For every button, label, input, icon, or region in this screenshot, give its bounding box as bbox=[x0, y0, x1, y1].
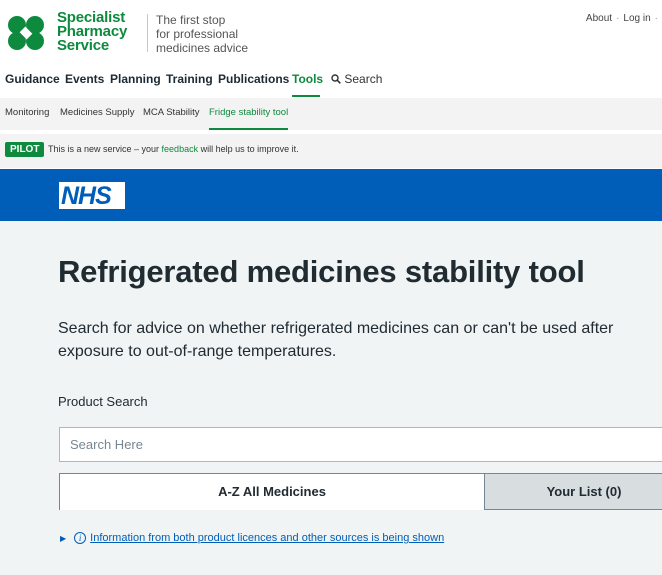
main-content: Refrigerated medicines stability tool Se… bbox=[0, 221, 662, 575]
nhs-logo[interactable]: NHS bbox=[59, 182, 125, 210]
pilot-message: This is a new service – your feedback wi… bbox=[48, 144, 299, 154]
logo-line-3: Service bbox=[57, 37, 109, 54]
top-links: About · Log in · bbox=[586, 13, 658, 24]
separator-dot: · bbox=[654, 13, 658, 24]
search-icon bbox=[331, 74, 341, 84]
info-text: Information from both product licences a… bbox=[90, 532, 445, 544]
nav-tools[interactable]: Tools bbox=[292, 72, 323, 86]
info-disclosure[interactable]: ▶ i Information from both product licenc… bbox=[60, 532, 444, 544]
tab-your-list[interactable]: Your List (0) bbox=[484, 473, 662, 510]
separator-dot: · bbox=[616, 13, 620, 24]
main-nav: Guidance Events Planning Training Public… bbox=[0, 68, 662, 98]
tagline-line-1: The first stop bbox=[156, 13, 226, 27]
page-title: Refrigerated medicines stability tool bbox=[58, 254, 585, 289]
disclosure-triangle-icon: ▶ bbox=[60, 533, 67, 543]
pilot-text-before: This is a new service – your bbox=[48, 144, 162, 154]
nav-training[interactable]: Training bbox=[166, 72, 213, 86]
site-header: Specialist Pharmacy Service The first st… bbox=[0, 0, 662, 62]
product-search-input[interactable] bbox=[59, 427, 662, 462]
page-lead: Search for advice on whether refrigerate… bbox=[58, 320, 614, 360]
info-icon: i bbox=[74, 532, 87, 544]
search-label: Product Search bbox=[58, 394, 148, 409]
sub-nav: Monitoring Medicines Supply MCA Stabilit… bbox=[0, 98, 662, 130]
nav-publications[interactable]: Publications bbox=[218, 72, 289, 86]
tagline-line-3: medicines advice bbox=[156, 41, 249, 55]
tab-all-medicines[interactable]: A-Z All Medicines bbox=[59, 473, 485, 510]
nav-search[interactable]: Search bbox=[331, 72, 382, 86]
subnav-mca-stability[interactable]: MCA Stability bbox=[143, 107, 200, 118]
pilot-badge: PILOT bbox=[5, 142, 45, 157]
sps-wordmark[interactable]: Specialist Pharmacy Service bbox=[57, 10, 127, 54]
nav-guidance[interactable]: Guidance bbox=[5, 72, 60, 86]
tagline: The first stop for professional medicine… bbox=[156, 13, 248, 55]
nav-planning[interactable]: Planning bbox=[110, 72, 161, 86]
nhs-header-bar: NHS bbox=[0, 169, 662, 221]
subnav-medicines-supply[interactable]: Medicines Supply bbox=[60, 107, 134, 118]
about-link[interactable]: About bbox=[586, 13, 612, 24]
nhs-logo-text: NHS bbox=[61, 182, 112, 210]
tagline-line-2: for professional bbox=[156, 27, 239, 41]
subnav-fridge-tool[interactable]: Fridge stability tool bbox=[209, 107, 288, 118]
logo-divider bbox=[147, 14, 148, 52]
pilot-banner: PILOT This is a new service – your feedb… bbox=[0, 134, 662, 168]
sps-logo-icon[interactable] bbox=[4, 12, 48, 54]
login-link[interactable]: Log in bbox=[623, 13, 650, 24]
nav-events[interactable]: Events bbox=[65, 72, 104, 86]
active-subnav-indicator bbox=[209, 128, 288, 130]
pilot-text-after: will help us to improve it. bbox=[198, 144, 299, 154]
subnav-monitoring[interactable]: Monitoring bbox=[5, 107, 49, 118]
feedback-link[interactable]: feedback bbox=[162, 144, 199, 154]
nav-search-label: Search bbox=[344, 72, 383, 86]
active-tab-indicator bbox=[292, 95, 320, 97]
